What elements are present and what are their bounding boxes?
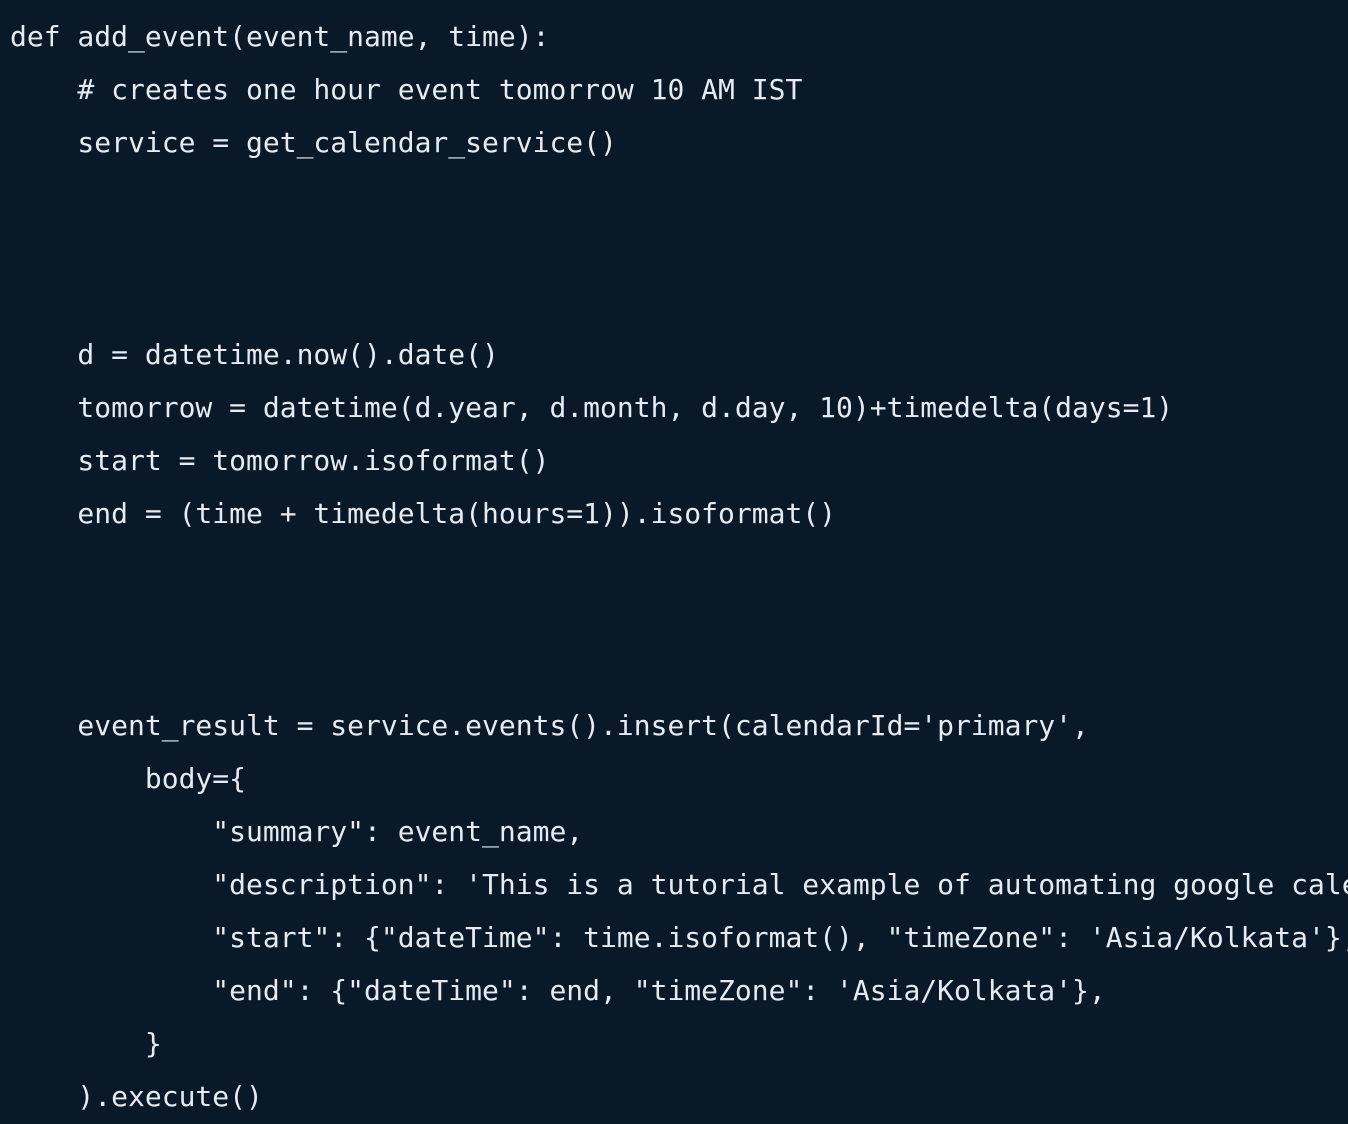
code-block[interactable]: def add_event(event_name, time): # creat…: [0, 0, 1348, 1123]
code-line: }: [10, 1027, 162, 1060]
code-line: body={: [10, 762, 247, 795]
code-line: event_result = service.events().insert(c…: [10, 709, 1089, 742]
code-line: "summary": event_name,: [10, 815, 584, 848]
code-line: start = tomorrow.isoformat(): [10, 444, 550, 477]
code-line: ).execute(): [10, 1080, 263, 1113]
code-line: d = datetime.now().date(): [10, 338, 499, 371]
code-line: "description": 'This is a tutorial examp…: [212, 868, 1348, 901]
code-line: # creates one hour event tomorrow 10 AM …: [10, 73, 803, 106]
code-viewport[interactable]: def add_event(event_name, time): # creat…: [0, 0, 1348, 1124]
code-line: "end": {"dateTime": end, "timeZone": 'As…: [10, 974, 1106, 1007]
code-line: def add_event(event_name, time):: [10, 20, 550, 53]
code-line: service = get_calendar_service(): [10, 126, 617, 159]
code-line: end = (time + timedelta(hours=1)).isofor…: [10, 497, 837, 530]
code-line: tomorrow = datetime(d.year, d.month, d.d…: [10, 391, 1174, 424]
code-line: "start": {"dateTime": time.isoformat(), …: [10, 921, 1348, 954]
